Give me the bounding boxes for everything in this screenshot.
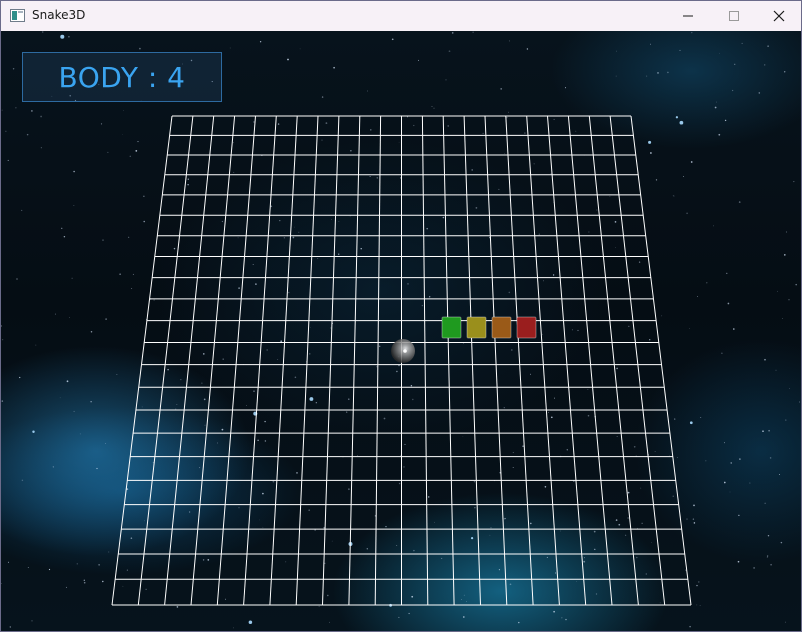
body-count-label: BODY : 4 [58, 60, 186, 94]
food-orb [391, 339, 415, 363]
grid-column-line [526, 115, 560, 606]
game-viewport[interactable]: BODY : 4 [1, 31, 801, 631]
grid-column-line [243, 115, 277, 606]
grid-column-line [609, 115, 666, 606]
snake-segment [516, 316, 537, 339]
close-icon [773, 10, 785, 22]
maximize-icon [729, 11, 739, 21]
grid-column-line [137, 115, 194, 606]
grid-column-line [567, 115, 613, 606]
app-icon [10, 9, 25, 22]
grid-column-line [322, 115, 340, 606]
grid-column-line [484, 115, 508, 606]
snake-segment [466, 316, 487, 339]
grid-column-line [374, 115, 382, 606]
food-orb-highlight [403, 349, 407, 353]
grid-column-line [463, 115, 481, 606]
grid-column-line [588, 115, 639, 606]
food-orb-sphere [391, 339, 415, 363]
grid-column-line [190, 115, 236, 606]
grid-column-line [295, 115, 319, 606]
grid-column-line [442, 115, 455, 606]
game-scene [111, 115, 692, 606]
window-title: Snake3D [32, 8, 86, 22]
snake-segment [441, 316, 462, 339]
body-count-panel: BODY : 4 [22, 52, 222, 102]
grid-column-line [421, 115, 429, 606]
grid-column-line [269, 115, 298, 606]
grid-column-line [164, 115, 215, 606]
close-button[interactable] [756, 1, 801, 31]
minimize-button[interactable] [665, 1, 711, 31]
grid-column-line [547, 115, 587, 606]
maximize-button[interactable] [711, 1, 757, 31]
snake-segment [491, 316, 512, 339]
grid-column-line [630, 115, 692, 606]
minimize-icon [683, 15, 693, 17]
grid-column-line [111, 115, 173, 606]
grid-column-line [505, 115, 534, 606]
title-bar[interactable]: Snake3D [1, 1, 801, 31]
grid-column-line [348, 115, 361, 606]
app-window: Snake3D BODY : 4 [0, 0, 802, 632]
grid-column-line [216, 115, 256, 606]
